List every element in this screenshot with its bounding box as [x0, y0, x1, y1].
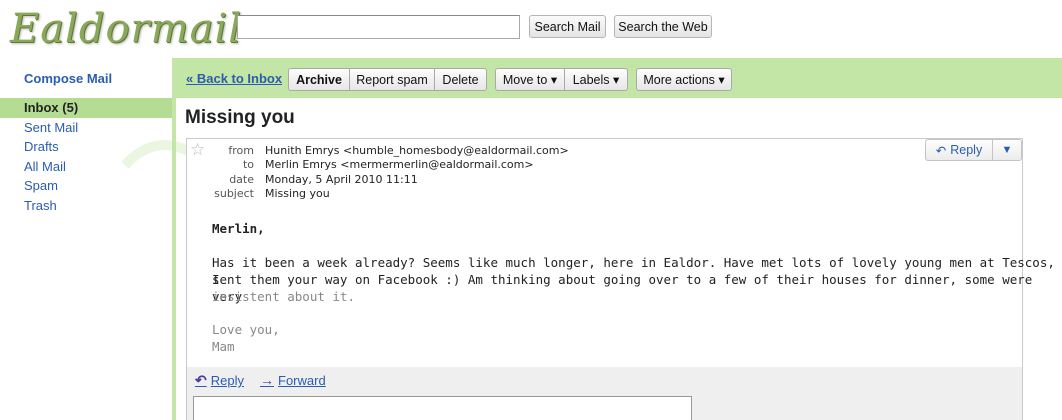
- main-frame-border: [172, 58, 176, 420]
- reply-icon: ↶: [935, 143, 947, 158]
- from-value: Hunith Emrys <humble_homesbody@ealdormai…: [265, 144, 569, 157]
- sidebar-item-sent-mail[interactable]: Sent Mail: [0, 118, 175, 138]
- mail-app: Ealdormail Search Mail Search the Web Co…: [0, 0, 1062, 420]
- sidebar-item-trash[interactable]: Trash: [0, 196, 175, 216]
- message-body-line: insistent about it.: [212, 289, 355, 304]
- reply-button-label: Reply: [950, 143, 983, 157]
- search-web-button[interactable]: Search the Web: [614, 15, 712, 38]
- subject-label: subject: [214, 187, 254, 200]
- forward-arrow-icon: →: [260, 372, 274, 388]
- search-mail-button[interactable]: Search Mail: [529, 15, 606, 38]
- date-label: date: [229, 173, 254, 186]
- move-to-dropdown[interactable]: Move to ▾: [495, 68, 565, 91]
- message-signoff: Love you,: [212, 322, 280, 337]
- to-value: Merlin Emrys <mermermerlin@ealdormail.co…: [265, 158, 534, 171]
- search-input[interactable]: [237, 15, 520, 39]
- footer-forward-label: Forward: [278, 372, 326, 388]
- reply-textarea[interactable]: [193, 396, 692, 420]
- compose-mail-link[interactable]: Compose Mail: [24, 71, 112, 86]
- message-greeting: Merlin,: [212, 221, 265, 236]
- sidebar-item-spam[interactable]: Spam: [0, 176, 175, 196]
- back-to-inbox-link[interactable]: « Back to Inbox: [186, 71, 282, 86]
- footer-reply-label: Reply: [210, 373, 244, 388]
- sidebar-item-all-mail[interactable]: All Mail: [0, 157, 175, 177]
- report-spam-button[interactable]: Report spam: [349, 68, 435, 91]
- labels-dropdown[interactable]: Labels ▾: [564, 68, 628, 91]
- delete-button[interactable]: Delete: [434, 68, 487, 91]
- more-actions-dropdown[interactable]: More actions ▾: [636, 68, 732, 91]
- date-value: Monday, 5 April 2010 11:11: [265, 173, 418, 186]
- footer-reply-link[interactable]: ↶ Reply: [195, 372, 244, 389]
- sidebar-item-inbox[interactable]: Inbox (5): [0, 98, 175, 118]
- archive-button[interactable]: Archive: [288, 68, 350, 91]
- footer-forward-link[interactable]: → Forward: [260, 372, 326, 388]
- chevron-down-icon: ▼: [1001, 144, 1013, 156]
- from-label: from: [228, 144, 254, 157]
- sidebar-item-drafts[interactable]: Drafts: [0, 137, 175, 157]
- message-signature: Mam: [212, 339, 235, 354]
- app-logo[interactable]: Ealdormail: [10, 6, 242, 52]
- reply-menu-toggle[interactable]: ▼: [992, 139, 1022, 161]
- reply-arrow-icon: ↶: [195, 372, 207, 388]
- sidebar-nav: Inbox (5) Sent Mail Drafts All Mail Spam…: [0, 98, 175, 216]
- reply-button[interactable]: ↶ Reply: [925, 139, 993, 161]
- message-subject-title: Missing you: [185, 107, 295, 128]
- subject-value: Missing you: [265, 187, 330, 200]
- to-label: to: [242, 158, 254, 171]
